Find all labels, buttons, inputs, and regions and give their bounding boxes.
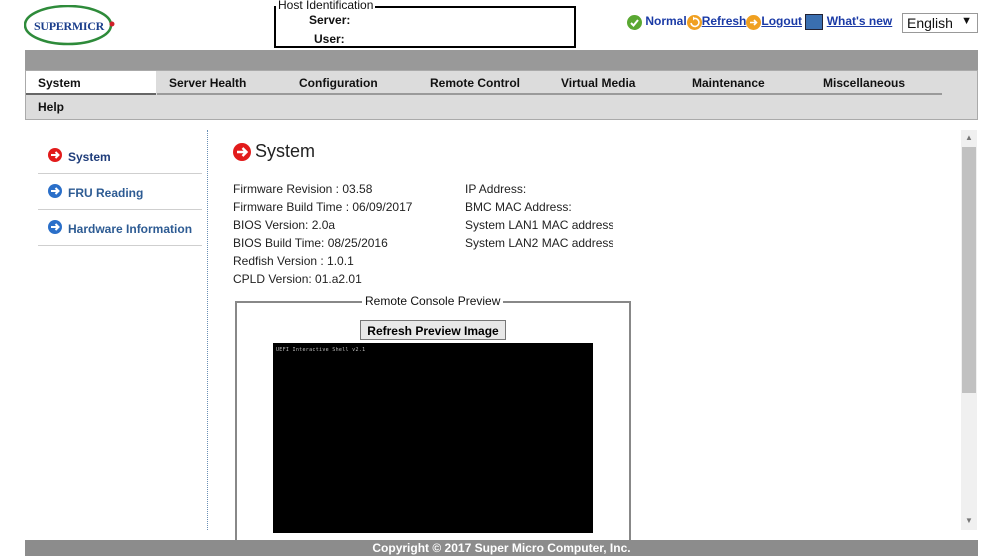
tab-virtual-media[interactable]: Virtual Media <box>549 71 680 95</box>
sidebar-item-label: System <box>68 150 111 164</box>
supermicro-logo: SUPERMICR <box>23 4 116 47</box>
scrollbar-thumb[interactable] <box>962 147 976 393</box>
bios-version: BIOS Version: 2.0a <box>233 218 336 232</box>
monitor-icon <box>805 14 824 30</box>
remote-console-preview-legend: Remote Console Preview <box>362 294 504 308</box>
host-identification-legend: Host Identification <box>276 0 376 12</box>
firmware-build-time: Firmware Build Time : 06/09/2017 <box>233 200 413 214</box>
arrow-right-icon <box>48 184 62 198</box>
tab-system[interactable]: System <box>26 71 156 95</box>
tab-maintenance[interactable]: Maintenance <box>680 71 811 95</box>
sidebar-item-system[interactable]: System <box>38 138 202 174</box>
refresh-icon[interactable] <box>686 14 702 30</box>
sidebar-item-fru-reading[interactable]: FRU Reading <box>38 174 202 210</box>
scroll-down-icon[interactable]: ▼ <box>961 514 977 528</box>
title-arrow-icon <box>233 143 251 161</box>
system-lan1-mac: System LAN1 MAC address <box>465 218 613 232</box>
tab-configuration[interactable]: Configuration <box>287 71 418 95</box>
checkmark-icon <box>627 14 642 30</box>
bios-build-time: BIOS Build Time: 08/25/2016 <box>233 236 388 250</box>
whats-new-link[interactable]: What's new <box>827 14 893 28</box>
user-label: User: <box>314 32 345 46</box>
footer-copyright: Copyright © 2017 Super Micro Computer, I… <box>25 540 978 556</box>
logo-text: SUPERMICR <box>34 19 104 33</box>
tab-server-health[interactable]: Server Health <box>157 71 287 95</box>
chevron-down-icon: ▼ <box>961 15 972 27</box>
language-select[interactable]: English ▼ <box>902 13 978 33</box>
cpld-version: CPLD Version: 01.a2.01 <box>233 272 362 286</box>
console-preview-image[interactable]: UEFI Interactive Shell v2.1 <box>273 343 593 533</box>
tab-miscellaneous[interactable]: Miscellaneous <box>811 71 942 95</box>
status-normal: Normal <box>645 14 687 29</box>
arrow-right-icon <box>48 220 62 234</box>
logout-icon[interactable] <box>746 14 762 30</box>
firmware-info: Firmware Revision : 03.58 Firmware Build… <box>233 180 458 288</box>
top-links: Normal Refresh Logout What's new <box>627 14 892 30</box>
refresh-link[interactable]: Refresh <box>702 14 747 28</box>
tab-help[interactable]: Help <box>26 95 156 119</box>
scroll-up-icon[interactable]: ▲ <box>961 131 977 145</box>
redfish-version: Redfish Version : 1.0.1 <box>233 254 354 268</box>
bmc-mac-address: BMC MAC Address: <box>465 200 572 214</box>
ip-address: IP Address: <box>465 182 527 196</box>
nav-header-strip <box>25 50 978 70</box>
sidebar-item-label: Hardware Information <box>68 222 193 236</box>
sidebar-divider <box>207 130 208 530</box>
language-value: English <box>907 15 953 31</box>
system-lan2-mac: System LAN2 MAC address <box>465 236 613 250</box>
sidebar-item-label: FRU Reading <box>68 186 144 200</box>
page-title: System <box>255 141 316 161</box>
arrow-right-icon <box>48 148 62 162</box>
sidebar-item-hardware-information[interactable]: Hardware Information <box>38 210 202 246</box>
refresh-preview-button[interactable]: Refresh Preview Image <box>360 320 506 340</box>
console-screen-text: UEFI Interactive Shell v2.1 <box>276 347 366 353</box>
firmware-revision: Firmware Revision : 03.58 <box>233 182 373 196</box>
tab-remote-control[interactable]: Remote Control <box>418 71 549 95</box>
network-info: IP Address: BMC MAC Address: System LAN1… <box>465 180 613 252</box>
server-label: Server: <box>309 13 351 27</box>
logout-link[interactable]: Logout <box>761 14 802 28</box>
